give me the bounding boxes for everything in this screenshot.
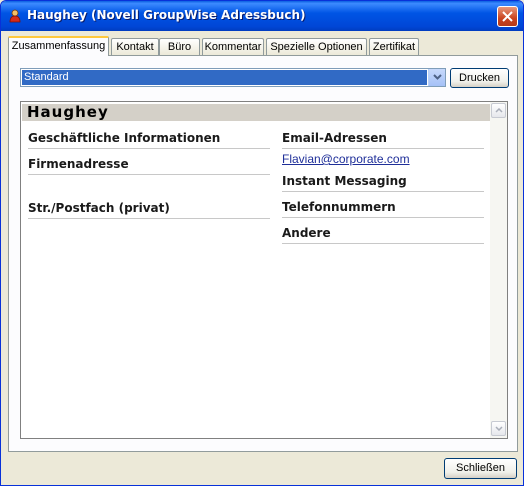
tab-buero[interactable]: Büro — [159, 38, 200, 55]
tab-panel: Standard Drucken Haughey Geschäftliche I… — [8, 55, 518, 452]
divider — [28, 218, 270, 219]
divider — [282, 217, 484, 218]
contact-name-header: Haughey — [22, 104, 490, 121]
tab-kontakt[interactable]: Kontakt — [111, 38, 159, 55]
tab-kommentar[interactable]: Kommentar — [202, 38, 264, 55]
view-select-value: Standard — [22, 70, 427, 85]
chevron-down-icon — [495, 426, 503, 431]
divider — [28, 174, 270, 175]
tab-spezielle-optionen[interactable]: Spezielle Optionen — [266, 38, 367, 55]
section-email-addresses: Email-Adressen — [282, 131, 387, 145]
email-link[interactable]: Flavian@corporate.com — [282, 152, 410, 166]
section-instant-messaging: Instant Messaging — [282, 174, 407, 188]
section-phone-numbers: Telefonnummern — [282, 200, 396, 214]
dropdown-button[interactable] — [428, 69, 445, 86]
divider — [28, 148, 270, 149]
window-close-button[interactable] — [497, 6, 518, 27]
view-select[interactable]: Standard — [20, 68, 446, 87]
divider — [282, 148, 484, 149]
print-button[interactable]: Drucken — [450, 68, 509, 88]
divider — [282, 191, 484, 192]
close-button[interactable]: Schließen — [444, 458, 517, 479]
title-bar[interactable]: Haughey (Novell GroupWise Adressbuch) — [1, 1, 523, 31]
window-title: Haughey (Novell GroupWise Adressbuch) — [27, 8, 306, 22]
contact-summary-view: Haughey Geschäftliche Informationen Firm… — [20, 101, 508, 439]
section-company-address: Firmenadresse — [28, 157, 129, 171]
scroll-up-button[interactable] — [491, 103, 506, 118]
chevron-down-icon — [433, 74, 442, 80]
section-private-street: Str./Postfach (privat) — [28, 201, 170, 215]
chevron-up-icon — [495, 108, 503, 113]
section-business-info: Geschäftliche Informationen — [28, 131, 221, 145]
tab-zertifikat[interactable]: Zertifikat — [369, 38, 419, 55]
vertical-scrollbar[interactable] — [490, 102, 507, 438]
close-icon — [502, 11, 513, 22]
section-other: Andere — [282, 226, 331, 240]
tab-zusammenfassung[interactable]: Zusammenfassung — [8, 36, 109, 56]
groupwise-icon — [9, 9, 21, 23]
scroll-down-button[interactable] — [491, 421, 506, 436]
address-book-window: Haughey (Novell GroupWise Adressbuch) Zu… — [0, 0, 524, 486]
divider — [282, 243, 484, 244]
